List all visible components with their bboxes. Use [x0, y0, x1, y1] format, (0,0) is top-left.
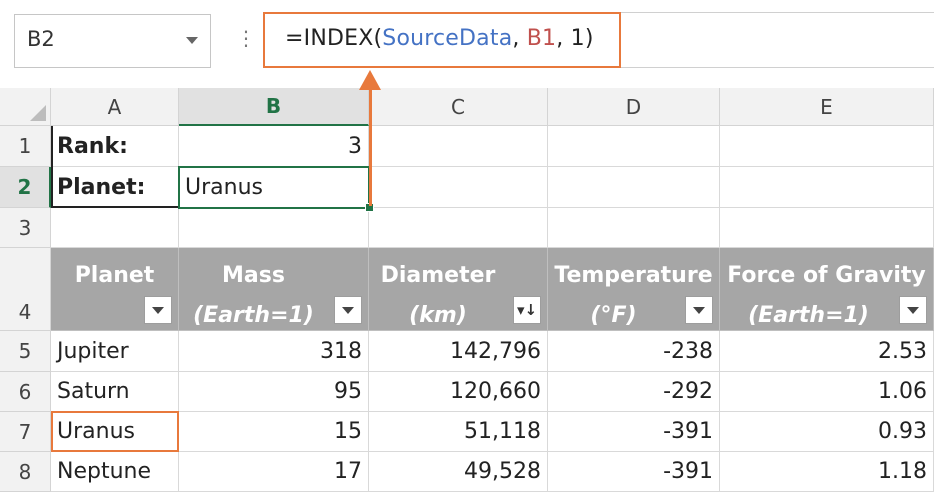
formula-arg-range: SourceData	[382, 26, 513, 51]
table-cell-gravity[interactable]: 2.53	[720, 331, 934, 372]
column-header-d[interactable]: D	[548, 88, 720, 126]
cell-c3[interactable]	[369, 208, 548, 248]
header-line1: Mass	[222, 263, 285, 288]
select-all-button[interactable]	[0, 88, 51, 126]
formula-suffix: )	[584, 26, 594, 51]
table-cell-diameter[interactable]: 51,118	[369, 412, 548, 452]
row-header-1[interactable]: 1	[0, 126, 51, 167]
sort-filter-button[interactable]: ▾↓	[513, 296, 541, 324]
header-label: Mass (Earth=1)	[179, 256, 328, 330]
formula-sep: ,	[512, 26, 527, 51]
formula-sep: ,	[556, 26, 571, 51]
column-header-b[interactable]: B	[179, 88, 369, 126]
table-cell-mass[interactable]: 318	[179, 331, 369, 372]
more-options-icon[interactable]: ⋮	[236, 28, 256, 48]
cell-a3[interactable]	[51, 208, 179, 248]
cell-border	[51, 126, 53, 208]
table-cell-mass[interactable]: 15	[179, 412, 369, 452]
row-header-7[interactable]: 7	[0, 412, 51, 452]
header-line1: Temperature	[554, 263, 713, 288]
header-label: Planet	[51, 256, 178, 296]
filter-dropdown-button[interactable]	[899, 296, 927, 324]
arrow-up-icon	[359, 70, 381, 90]
formula-arg-col: 1	[570, 26, 585, 51]
table-cell-gravity[interactable]: 1.18	[720, 452, 934, 492]
column-header-e[interactable]: E	[720, 88, 934, 126]
formula-bar-extension[interactable]	[621, 12, 934, 68]
table-cell-diameter[interactable]: 49,528	[369, 452, 548, 492]
header-label: Diameter (km)	[369, 256, 507, 330]
chevron-down-icon	[907, 306, 919, 314]
formula-text: =INDEX(SourceData, B1, 1)	[285, 26, 594, 51]
cell-a1[interactable]: Rank:	[51, 126, 179, 167]
table-header-temperature: Temperature (°F)	[548, 248, 720, 331]
table-cell-temperature[interactable]: -391	[548, 412, 720, 452]
table-cell-diameter[interactable]: 142,796	[369, 331, 548, 372]
select-all-icon	[30, 105, 46, 121]
header-line2: (km)	[409, 303, 467, 328]
table-cell-gravity[interactable]: 1.06	[720, 372, 934, 412]
cell-e3[interactable]	[720, 208, 934, 248]
table-header-gravity: Force of Gravity (Earth=1)	[720, 248, 934, 331]
header-line1: Diameter	[380, 263, 496, 288]
formula-toolbar: B2 ⋮ =INDEX(SourceData, B1, 1)	[0, 0, 934, 88]
chevron-down-icon	[693, 306, 705, 314]
cell-b1[interactable]: 3	[179, 126, 369, 167]
row-header-5[interactable]: 5	[0, 331, 51, 372]
column-header-a[interactable]: A	[51, 88, 179, 126]
row-header-3[interactable]: 3	[0, 208, 51, 248]
table-cell-temperature[interactable]: -292	[548, 372, 720, 412]
row-header-8[interactable]: 8	[0, 452, 51, 492]
table-cell-planet[interactable]: Jupiter	[51, 331, 179, 372]
table-cell-planet[interactable]: Uranus	[51, 412, 179, 452]
row-header-2[interactable]: 2	[0, 167, 51, 208]
header-line1: Planet	[74, 263, 155, 288]
cell-b3[interactable]	[179, 208, 369, 248]
header-line2: (Earth=1)	[193, 303, 314, 328]
cell-a2[interactable]: Planet:	[51, 167, 179, 208]
callout-arrow-line	[369, 86, 372, 206]
table-cell-planet[interactable]: Neptune	[51, 452, 179, 492]
formula-arg-ref: B1	[526, 26, 557, 51]
row-header-6[interactable]: 6	[0, 372, 51, 412]
cell-c2[interactable]	[369, 167, 548, 208]
table-header-mass: Mass (Earth=1)	[179, 248, 369, 331]
filter-dropdown-button[interactable]	[334, 296, 362, 324]
cell-e1[interactable]	[720, 126, 934, 167]
table-header-diameter: Diameter (km) ▾↓	[369, 248, 548, 331]
cell-d3[interactable]	[548, 208, 720, 248]
chevron-down-icon[interactable]	[186, 37, 198, 44]
column-header-c[interactable]: C	[369, 88, 548, 126]
filter-dropdown-button[interactable]	[685, 296, 713, 324]
cell-d1[interactable]	[548, 126, 720, 167]
table-header-planet: Planet	[51, 248, 179, 331]
table-cell-mass[interactable]: 95	[179, 372, 369, 412]
formula-prefix: =INDEX(	[285, 26, 383, 51]
row-header-4[interactable]: 4	[0, 248, 51, 331]
table-cell-planet[interactable]: Saturn	[51, 372, 179, 412]
table-cell-temperature[interactable]: -391	[548, 452, 720, 492]
table-cell-mass[interactable]: 17	[179, 452, 369, 492]
cell-d2[interactable]	[548, 167, 720, 208]
chevron-down-icon	[152, 306, 164, 314]
cell-c1[interactable]	[369, 126, 548, 167]
header-line1: Force of Gravity	[727, 263, 926, 288]
formula-input[interactable]: =INDEX(SourceData, B1, 1)	[263, 12, 621, 68]
chevron-down-icon	[342, 306, 354, 314]
table-cell-diameter[interactable]: 120,660	[369, 372, 548, 412]
name-box[interactable]: B2	[14, 14, 211, 68]
table-cell-temperature[interactable]: -238	[548, 331, 720, 372]
table-cell-gravity[interactable]: 0.93	[720, 412, 934, 452]
filter-dropdown-button[interactable]	[144, 296, 172, 324]
cell-e2[interactable]	[720, 167, 934, 208]
cell-b2[interactable]: Uranus	[179, 167, 369, 208]
sort-descending-icon: ▾↓	[516, 301, 538, 319]
name-box-value: B2	[27, 27, 55, 51]
